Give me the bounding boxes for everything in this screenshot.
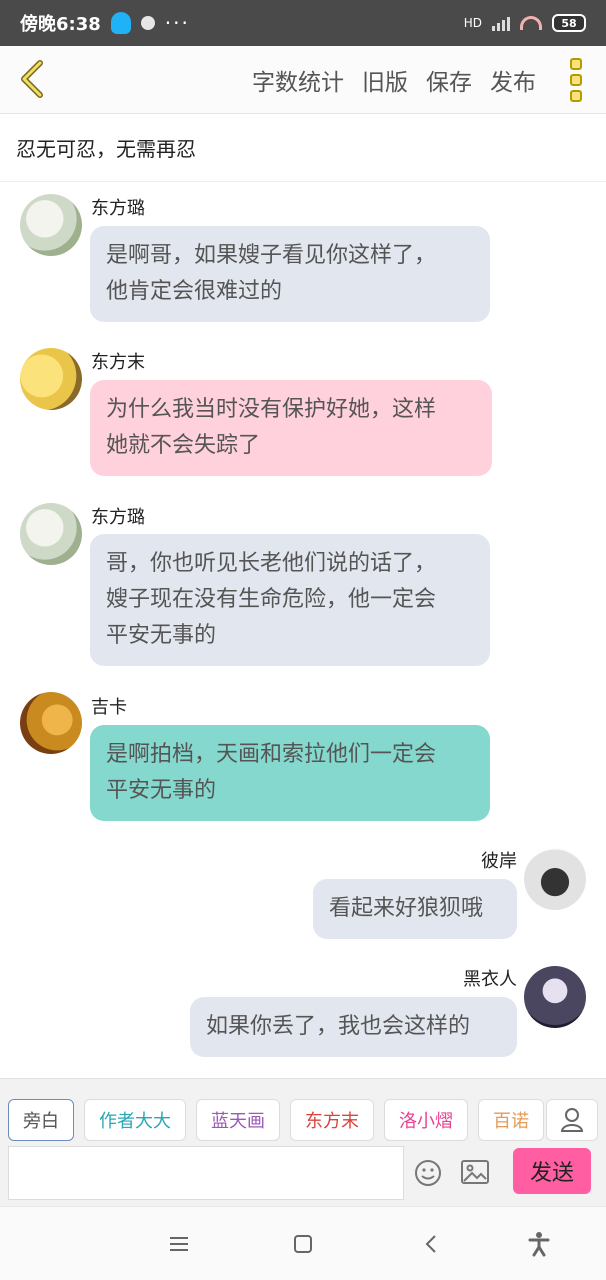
old-version-button[interactable]: 旧版	[362, 63, 408, 97]
message-line: 嫂子现在没有生命危险，他一定会	[106, 587, 437, 612]
top-toolbar: 字数统计 旧版 保存 发布	[0, 46, 606, 114]
toolbar-actions: 字数统计 旧版 保存 发布	[252, 46, 536, 114]
chip-author[interactable]: 作者大大	[84, 1099, 186, 1141]
message-bubble[interactable]: 如果你丢了，我也会这样的	[190, 997, 517, 1057]
sender-name: 吉卡	[91, 697, 127, 718]
battery-icon: 58	[552, 14, 586, 32]
message-input[interactable]	[8, 1146, 404, 1200]
save-button[interactable]: 保存	[426, 63, 472, 97]
sender-name: 东方璐	[91, 198, 145, 219]
message-line: 是啊拍档，天画和索拉他们一定会	[106, 742, 437, 767]
emoji-icon	[415, 1160, 441, 1186]
message-bubble[interactable]: 是啊哥，如果嫂子看见你这样了， 他肯定会很难过的	[90, 226, 490, 322]
chip-lantianhua[interactable]: 蓝天画	[196, 1099, 280, 1141]
accessibility-icon	[528, 1232, 550, 1257]
avatar[interactable]	[20, 194, 82, 256]
more-menu-icon[interactable]	[564, 58, 588, 102]
sender-name: 黑衣人	[463, 969, 517, 990]
message-line: 是啊哥，如果嫂子看见你这样了，	[106, 243, 437, 268]
chip-label: 百诺	[493, 1111, 529, 1132]
status-time: 傍晚6:38	[20, 14, 101, 35]
send-button[interactable]: 发送	[513, 1148, 591, 1194]
person-icon	[560, 1108, 584, 1132]
menu-icon	[170, 1237, 188, 1251]
publish-button[interactable]: 发布	[490, 63, 536, 97]
back-nav-button[interactable]	[418, 1231, 444, 1257]
status-right: HD 58	[464, 14, 586, 32]
chip-label: 洛小熠	[399, 1111, 453, 1132]
character-manager-button[interactable]	[546, 1099, 598, 1141]
avatar[interactable]	[524, 848, 586, 910]
chip-label: 作者大大	[99, 1111, 171, 1132]
home-icon	[294, 1235, 312, 1253]
avatar[interactable]	[20, 503, 82, 565]
back-icon	[425, 1235, 436, 1253]
character-chip-row[interactable]: 旁白 作者大大 蓝天画 东方末 洛小熠 百诺	[8, 1099, 546, 1143]
avatar[interactable]	[20, 692, 82, 754]
chip-label: 蓝天画	[211, 1111, 265, 1132]
message-line: 如果你丢了，我也会这样的	[206, 1014, 471, 1039]
status-bar: 傍晚6:38 ··· HD 58	[0, 0, 606, 46]
message-line: 看起来好狼狈哦	[329, 896, 484, 921]
qq-icon	[110, 12, 131, 34]
story-title[interactable]: 忍无可忍，无需再忍	[0, 114, 606, 182]
network-label: HD	[463, 16, 482, 30]
message-bubble[interactable]: 为什么我当时没有保护好她，这样 她就不会失踪了	[90, 380, 492, 476]
signal-icon	[492, 15, 510, 31]
message-bubble[interactable]: 哥，你也听见长老他们说的话了， 嫂子现在没有生命危险，他一定会 平安无事的	[90, 534, 490, 666]
sender-name: 彼岸	[481, 851, 517, 872]
message-line: 平安无事的	[106, 623, 217, 648]
chip-luoxiaoyi[interactable]: 洛小熠	[384, 1099, 468, 1141]
back-arrow-icon	[21, 60, 43, 98]
home-nav-button[interactable]	[290, 1231, 316, 1257]
sender-name: 东方末	[91, 352, 145, 373]
chat-area[interactable]: 东方璐 是啊哥，如果嫂子看见你这样了， 他肯定会很难过的 东方末 为什么我当时没…	[0, 182, 606, 1078]
chip-bainuo[interactable]: 百诺	[478, 1099, 544, 1141]
message-line: 哥，你也听见长老他们说的话了，	[106, 551, 437, 576]
chip-label: 旁白	[23, 1111, 59, 1132]
message-line: 为什么我当时没有保护好她，这样	[106, 397, 437, 422]
notification-dot-icon	[140, 16, 155, 30]
sender-name: 东方璐	[91, 507, 145, 528]
chip-label: 东方末	[305, 1111, 359, 1132]
chip-narration[interactable]: 旁白	[8, 1099, 74, 1141]
image-icon	[461, 1160, 489, 1184]
message-bubble[interactable]: 是啊拍档，天画和索拉他们一定会 平安无事的	[90, 725, 490, 821]
composer-panel: 旁白 作者大大 蓝天画 东方末 洛小熠 百诺 发送	[0, 1078, 606, 1206]
accessibility-nav-button[interactable]	[526, 1231, 552, 1257]
message-line: 平安无事的	[106, 778, 217, 803]
wifi-icon	[520, 16, 542, 30]
avatar[interactable]	[20, 348, 82, 410]
back-button[interactable]	[12, 56, 52, 102]
message-line: 他肯定会很难过的	[106, 279, 283, 304]
emoji-button[interactable]	[414, 1159, 442, 1187]
avatar[interactable]	[524, 966, 586, 1028]
more-notifications-icon: ···	[164, 11, 190, 35]
chip-dongfangmo[interactable]: 东方末	[290, 1099, 374, 1141]
menu-nav-button[interactable]	[166, 1231, 192, 1257]
image-button[interactable]	[460, 1159, 490, 1185]
message-line: 她就不会失踪了	[106, 433, 261, 458]
system-nav-bar	[0, 1206, 606, 1280]
message-bubble[interactable]: 看起来好狼狈哦	[313, 879, 517, 939]
word-count-button[interactable]: 字数统计	[252, 63, 344, 97]
